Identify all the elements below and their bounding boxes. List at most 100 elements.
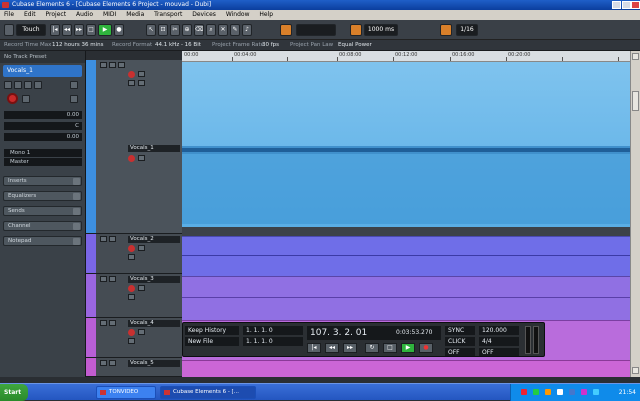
play-tool-icon[interactable]: ♪ (242, 24, 252, 36)
snap-type-icon[interactable] (440, 24, 452, 36)
record-enable-button[interactable] (128, 155, 135, 162)
menu-project[interactable]: Project (42, 10, 71, 20)
tray-icon[interactable] (569, 389, 575, 395)
menu-media[interactable]: Media (122, 10, 148, 20)
lanes-button[interactable] (128, 338, 135, 344)
stop-icon[interactable]: □ (86, 24, 96, 36)
output-routing[interactable]: Master (4, 158, 82, 166)
record-button[interactable]: ● (419, 343, 433, 353)
split-tool-icon[interactable]: ✂ (170, 24, 180, 36)
record-enable-button[interactable] (128, 71, 135, 78)
record-icon[interactable]: ● (114, 24, 124, 36)
write-automation-button[interactable] (34, 81, 42, 89)
track-row[interactable]: Vocals_4 (86, 318, 182, 358)
mute-button[interactable] (4, 81, 12, 89)
snap-toggle-icon[interactable] (280, 24, 292, 36)
pan-law-value[interactable]: Equal Power (338, 41, 372, 50)
scroll-down-icon[interactable] (632, 367, 639, 374)
frame-rate-label[interactable]: Project Frame Rate (212, 41, 264, 50)
solo-button[interactable] (109, 360, 116, 366)
audio-event-vocals-2[interactable] (182, 236, 630, 276)
go-to-start-icon[interactable]: |◂ (50, 24, 60, 36)
pan-field[interactable]: C (4, 122, 82, 130)
equalizers-bypass-icon[interactable] (73, 193, 80, 200)
taskbar-item-cubase[interactable]: Cubase Elements 6 - [... (160, 386, 256, 399)
tray-icon[interactable] (533, 389, 539, 395)
menu-devices[interactable]: Devices (188, 10, 220, 20)
pan-law-label[interactable]: Project Pan Law (290, 41, 333, 50)
scroll-up-icon[interactable] (632, 53, 639, 60)
record-enable-button[interactable] (7, 93, 18, 104)
track-row[interactable]: Vocals_1 (86, 60, 182, 234)
solo-button[interactable] (109, 320, 116, 326)
menu-edit[interactable]: Edit (20, 10, 40, 20)
menu-midi[interactable]: MIDI (99, 10, 120, 20)
quantize-toggle-icon[interactable] (350, 24, 362, 36)
menu-window[interactable]: Window (222, 10, 254, 20)
track-name[interactable]: Vocals_5 (128, 360, 180, 367)
monitor-button[interactable] (138, 329, 145, 335)
solo-button[interactable] (109, 62, 116, 68)
channel-section[interactable]: Channel (3, 221, 82, 231)
edit-channel-button[interactable] (70, 81, 78, 89)
tray-icon[interactable] (581, 389, 587, 395)
delay-field[interactable]: 0.00 (4, 133, 82, 141)
range-tool-icon[interactable]: ⊡ (158, 24, 168, 36)
play-button[interactable]: ▶ (401, 343, 415, 353)
object-select-icon[interactable]: ↖ (146, 24, 156, 36)
mute-button[interactable] (100, 236, 107, 242)
quantize-value-select[interactable]: 1000 ms (364, 24, 398, 36)
erase-tool-icon[interactable]: ⌫ (194, 24, 204, 36)
forward-icon[interactable]: ▸▸ (74, 24, 84, 36)
mute-button[interactable] (100, 320, 107, 326)
inserts-section[interactable]: Inserts (3, 176, 82, 186)
notepad-icon[interactable] (73, 238, 80, 245)
taskbar-item-tonvideo[interactable]: TONVIDEO (96, 386, 156, 399)
track-preset-label[interactable]: No Track Preset (0, 51, 85, 63)
notepad-section[interactable]: Notepad (3, 236, 82, 246)
equalizers-section[interactable]: Equalizers (3, 191, 82, 201)
solo-button[interactable] (109, 276, 116, 282)
monitor-button[interactable] (138, 245, 145, 251)
right-locator-display[interactable]: 1. 1. 1. 0 (243, 337, 303, 346)
track-name[interactable]: Vocals_1 (128, 145, 180, 152)
maximize-button[interactable] (622, 1, 631, 9)
close-button[interactable] (631, 1, 640, 9)
menu-transport[interactable]: Transport (150, 10, 186, 20)
menu-file[interactable]: File (0, 10, 18, 20)
stop-button[interactable]: □ (383, 343, 397, 353)
mute-tool-icon[interactable]: ✕ (218, 24, 228, 36)
position-time-display[interactable]: 0:03:53.270 (393, 328, 439, 337)
tray-icon[interactable] (557, 389, 563, 395)
monitor-button[interactable] (138, 71, 145, 77)
tray-icon[interactable] (521, 389, 527, 395)
rewind-icon[interactable]: ◂◂ (62, 24, 72, 36)
record-enable-button[interactable] (128, 245, 135, 252)
mute-button[interactable] (100, 62, 107, 68)
solo-button[interactable] (14, 81, 22, 89)
monitor-button[interactable] (22, 95, 30, 103)
grid-type-select[interactable] (296, 24, 336, 36)
tempo-display[interactable]: 120.000 (479, 326, 519, 335)
new-file-field[interactable]: New File (185, 337, 239, 346)
glue-tool-icon[interactable]: ⊕ (182, 24, 192, 36)
go-to-start-button[interactable]: |◂ (307, 343, 321, 353)
input-routing[interactable]: Mono 1 (4, 149, 82, 157)
tray-icon[interactable] (593, 389, 599, 395)
cycle-button[interactable]: ↻ (365, 343, 379, 353)
rewind-button[interactable]: ◂◂ (325, 343, 339, 353)
scroll-thumb[interactable] (632, 91, 639, 111)
signature-display[interactable]: 4/4 (479, 337, 519, 346)
record-enable-button[interactable] (128, 285, 135, 292)
activate-project-button[interactable] (4, 24, 14, 36)
draw-tool-icon[interactable]: ✎ (230, 24, 240, 36)
menu-audio[interactable]: Audio (72, 10, 97, 20)
lanes-button[interactable] (128, 254, 135, 260)
audio-event-vocals-5[interactable] (182, 360, 630, 377)
snap-value-select[interactable]: 1/16 (456, 24, 478, 36)
channel-edit-icon[interactable] (73, 223, 80, 230)
volume-field[interactable]: 0.00 (4, 111, 82, 119)
fast-forward-button[interactable]: ▸▸ (343, 343, 357, 353)
audio-event-vocals-1[interactable] (182, 62, 630, 227)
inspector-track-name[interactable]: Vocals_1 (3, 65, 82, 77)
